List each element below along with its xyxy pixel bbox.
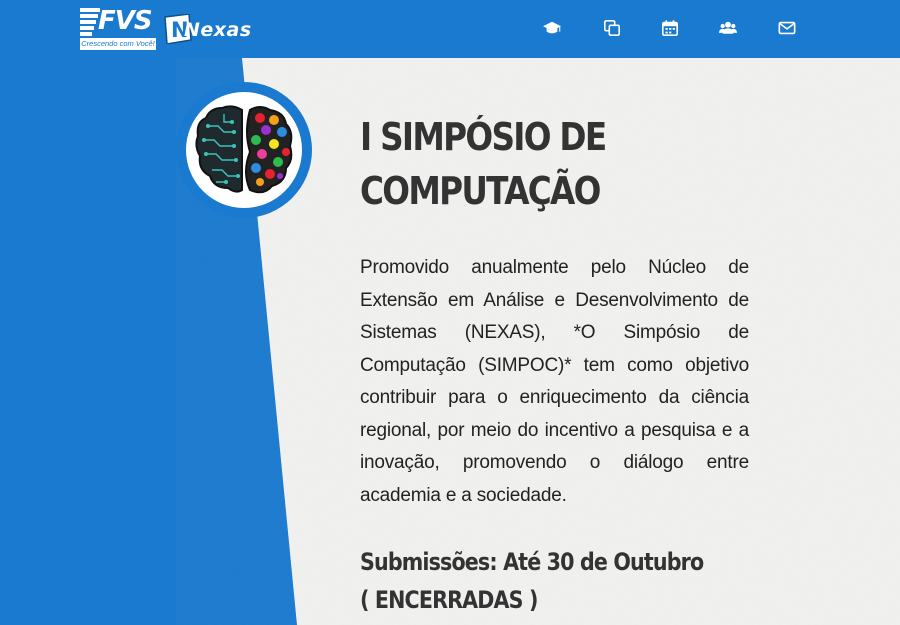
page-title: I SIMPÓSIO DE COMPUTAÇÃO bbox=[360, 115, 607, 213]
top-navbar: FVS Crescendo com Você! N Nexas bbox=[0, 0, 900, 58]
fvs-logo-text: FVS bbox=[98, 6, 153, 36]
nav-team-button[interactable] bbox=[716, 16, 740, 40]
copy-pages-icon bbox=[603, 19, 621, 37]
submissions-deadline: Submissões: Até 30 de Outubro ( ENCERRAD… bbox=[360, 548, 704, 614]
fvs-logo-tagline: Crescendo com Você! bbox=[80, 38, 156, 50]
users-icon bbox=[719, 21, 737, 34]
nexas-logo[interactable]: N Nexas bbox=[160, 10, 258, 46]
graduation-cap-icon bbox=[543, 21, 561, 34]
brain-icon bbox=[195, 105, 293, 194]
fvs-logo[interactable]: FVS Crescendo com Você! bbox=[80, 5, 156, 51]
nexas-logo-text: Nexas bbox=[184, 19, 252, 41]
nav-calendar-button[interactable] bbox=[658, 16, 682, 40]
nav-pages-button[interactable] bbox=[600, 16, 624, 40]
fvs-stripes-icon bbox=[80, 8, 100, 36]
hero-image bbox=[186, 92, 302, 208]
nav-contact-button[interactable] bbox=[775, 16, 799, 40]
envelope-icon bbox=[778, 21, 796, 35]
calendar-icon bbox=[661, 20, 679, 37]
event-description: Promovido anualmente pelo Núcleo de Exte… bbox=[360, 257, 749, 506]
nav-courses-button[interactable] bbox=[540, 16, 564, 40]
